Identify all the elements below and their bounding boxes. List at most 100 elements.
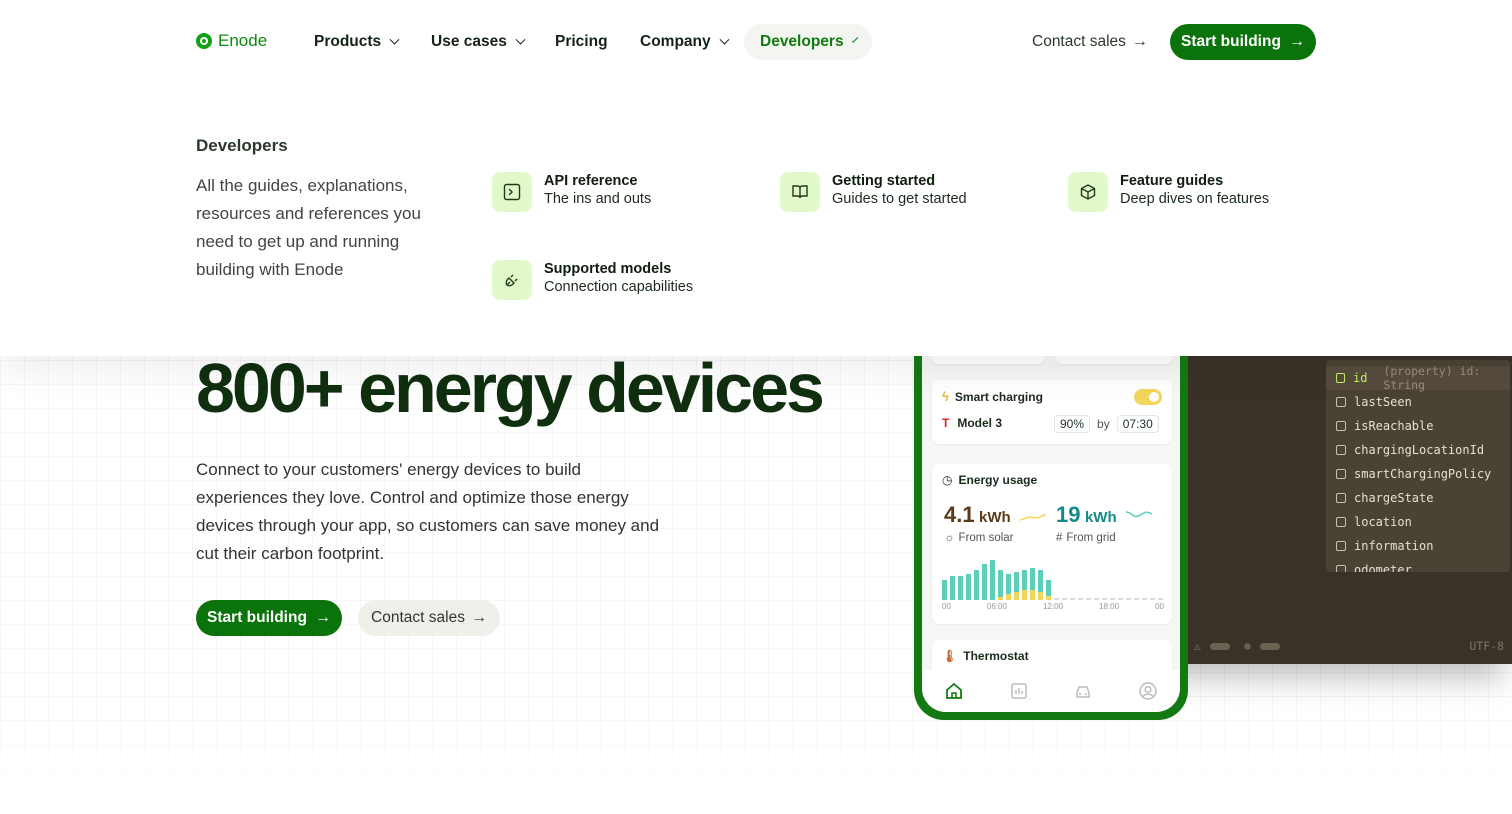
- nav-label: Company: [640, 33, 711, 50]
- solar-bar: [998, 597, 1003, 600]
- property-name: id: [1352, 371, 1368, 385]
- nav-developers[interactable]: Developers: [744, 24, 872, 60]
- logo[interactable]: Enode: [196, 31, 267, 51]
- vehicle-row: T Model 3: [942, 416, 1002, 430]
- autocomplete-item[interactable]: chargeState: [1326, 486, 1510, 510]
- nav-use-cases[interactable]: Use cases: [415, 24, 540, 60]
- grid-bar: [1046, 580, 1051, 596]
- error-icon: ⊗: [1244, 639, 1251, 653]
- status-pill: [1260, 642, 1280, 650]
- cube-icon: [1336, 517, 1346, 527]
- chart-icon[interactable]: [1009, 681, 1029, 701]
- user-icon[interactable]: [1138, 681, 1158, 701]
- vehicle-name: Model 3: [957, 416, 1003, 430]
- solar-sparkline: [1020, 513, 1046, 521]
- solar-label-row: ☼ From solar: [944, 532, 1014, 544]
- hero-contact-sales-label: Contact sales: [371, 609, 465, 626]
- solar-bar: [1014, 592, 1019, 600]
- charge-time-chip[interactable]: 07:30: [1116, 415, 1159, 433]
- autocomplete-item[interactable]: chargingLocationId: [1326, 438, 1510, 462]
- solar-bar: [1022, 590, 1027, 600]
- grid-bar: [1030, 568, 1035, 590]
- autocomplete-item[interactable]: smartChargingPolicy: [1326, 462, 1510, 486]
- empty-bar: [1158, 598, 1163, 600]
- plug-icon: [492, 260, 532, 300]
- solar-unit: kWh: [979, 509, 1011, 526]
- smart-charging-toggle[interactable]: [1134, 389, 1162, 405]
- cube-icon: [1336, 445, 1346, 455]
- empty-bar: [1142, 598, 1147, 600]
- property-name: location: [1354, 515, 1412, 529]
- lightning-icon: ϟ: [942, 389, 949, 404]
- nav-contact-sales-link[interactable]: Contact sales →: [1032, 24, 1148, 60]
- clock-icon: ◷: [942, 473, 953, 487]
- hero-title: 800+ energy devices: [196, 349, 825, 427]
- nav-label: Use cases: [431, 33, 507, 50]
- autocomplete-item[interactable]: information: [1326, 534, 1510, 558]
- sun-icon: ☼: [944, 532, 955, 544]
- phone-mockup: ϟ Smart charging T Model 3 90% by 07:30 …: [914, 300, 1188, 720]
- grid-bar: [1022, 570, 1027, 590]
- terminal-icon: [492, 172, 532, 212]
- grid-sparkline: [1126, 511, 1152, 518]
- menu-title: Developers: [196, 136, 288, 155]
- menu-card-api-reference[interactable]: API reference The ins and outs: [492, 172, 651, 212]
- energy-usage-card[interactable]: ◷ Energy usage 4.1 kWh ☼ From solar 19 k…: [932, 464, 1172, 624]
- warning-icon: ⚠: [1194, 639, 1201, 653]
- solar-bar: [1006, 594, 1011, 600]
- property-name: information: [1354, 539, 1434, 553]
- usage-axis: 00 06:00 12:00 18:00 00: [942, 602, 1164, 611]
- autocomplete-item[interactable]: lastSeen: [1326, 390, 1510, 414]
- menu-card-getting-started[interactable]: Getting started Guides to get started: [780, 172, 967, 212]
- menu-card-text: API reference The ins and outs: [544, 172, 651, 212]
- property-name: lastSeen: [1354, 395, 1412, 409]
- solar-number: 4.1: [944, 502, 975, 527]
- menu-card-title: API reference: [544, 173, 638, 189]
- hero-start-building-label: Start building: [207, 609, 307, 626]
- editor-status-bar: ⚠ ⊗ UTF-8: [1140, 636, 1512, 656]
- nav-pricing[interactable]: Pricing: [539, 24, 624, 60]
- chevron-down-icon: [851, 35, 859, 43]
- menu-card-subtitle: Connection capabilities: [544, 279, 694, 295]
- nav-products[interactable]: Products: [298, 24, 414, 60]
- hero-start-building-button[interactable]: Start building →: [196, 600, 342, 636]
- menu-card-supported-models[interactable]: Supported models Connection capabilities: [492, 260, 693, 300]
- nav-start-building-button[interactable]: Start building →: [1170, 24, 1316, 60]
- grid-bar: [966, 574, 971, 600]
- property-name: isReachable: [1354, 419, 1434, 433]
- cube-icon: [1336, 373, 1345, 383]
- cube-icon: [1068, 172, 1108, 212]
- autocomplete-item[interactable]: id (property) id: String: [1326, 364, 1510, 392]
- hero-contact-sales-button[interactable]: Contact sales →: [358, 600, 500, 636]
- top-nav: Enode Products Use cases Pricing Company…: [0, 0, 1512, 84]
- grid-bar: [974, 570, 979, 600]
- solar-bar: [1030, 590, 1035, 600]
- menu-card-text: Feature guides Deep dives on features: [1120, 172, 1269, 212]
- property-name: odometer: [1354, 563, 1412, 572]
- arrow-right-icon: →: [1288, 33, 1305, 50]
- smart-charging-card[interactable]: ϟ Smart charging T Model 3 90% by 07:30: [932, 380, 1172, 444]
- menu-card-title: Feature guides: [1120, 173, 1224, 189]
- hero-description: Connect to your customers' energy device…: [196, 460, 660, 563]
- grid-bar: [1006, 574, 1011, 594]
- menu-card-subtitle: Guides to get started: [832, 191, 967, 207]
- solar-label: From solar: [958, 532, 1014, 544]
- autocomplete-item[interactable]: location: [1326, 510, 1510, 534]
- charge-target-chip[interactable]: 90%: [1054, 415, 1091, 433]
- home-icon[interactable]: [944, 681, 964, 701]
- site-header: Enode Products Use cases Pricing Company…: [0, 0, 1512, 356]
- grid-fade: [0, 700, 1512, 814]
- autocomplete-item[interactable]: odometer: [1326, 558, 1510, 572]
- grid-bar: [982, 564, 987, 600]
- cube-icon: [1336, 469, 1346, 479]
- cube-icon: [1336, 541, 1346, 551]
- car-icon[interactable]: [1073, 681, 1093, 701]
- nav-company[interactable]: Company: [624, 24, 744, 60]
- axis-label: 06:00: [986, 602, 1007, 611]
- logo-text: Enode: [218, 31, 268, 50]
- autocomplete-item[interactable]: isReachable: [1326, 414, 1510, 438]
- empty-bar: [1086, 598, 1091, 600]
- empty-bar: [1126, 598, 1131, 600]
- menu-card-feature-guides[interactable]: Feature guides Deep dives on features: [1068, 172, 1269, 212]
- empty-bar: [1102, 598, 1107, 600]
